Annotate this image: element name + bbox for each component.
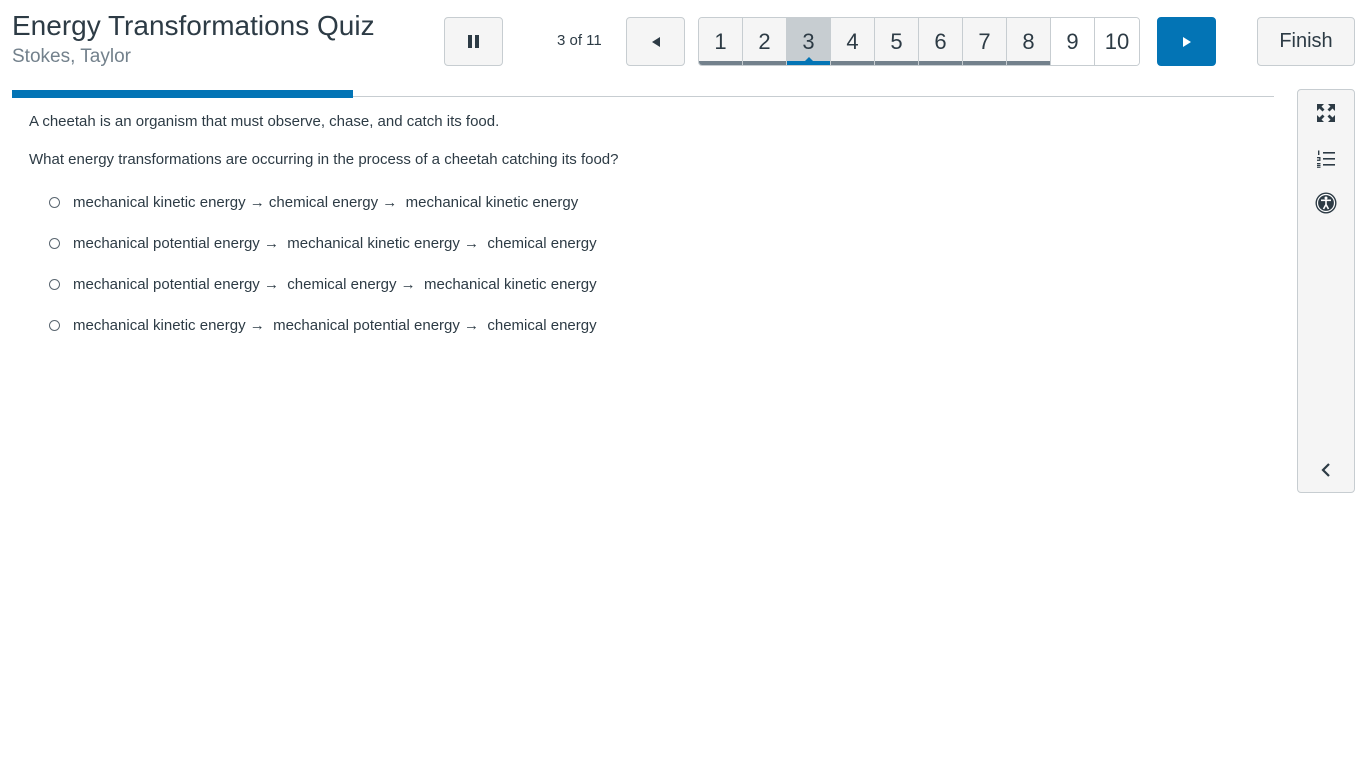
student-name: Stokes, Taylor	[12, 46, 131, 67]
expand-icon[interactable]	[1314, 101, 1338, 125]
tools-side-panel	[1297, 89, 1355, 493]
radio-button[interactable]	[49, 196, 60, 208]
answer-choice[interactable]: mechanical potential energy → mechanical…	[49, 233, 1279, 253]
answer-choice-label: mechanical kinetic energy → chemical ene…	[73, 193, 579, 211]
caret-right-icon	[1182, 36, 1191, 47]
page-button[interactable]: 2	[743, 18, 787, 65]
page-button[interactable]: 3	[787, 18, 831, 65]
pause-icon	[468, 35, 479, 48]
question-counter: 3 of 11	[557, 32, 602, 49]
page-button[interactable]: 6	[919, 18, 963, 65]
question-content: A cheetah is an organism that must obser…	[29, 112, 1279, 356]
question-pager: 1 2 3 4 5 6 7 8 9 10	[698, 17, 1140, 66]
question-prompt: What energy transformations are occurrin…	[29, 151, 619, 168]
page-button[interactable]: 10	[1095, 18, 1139, 65]
answer-choice[interactable]: mechanical kinetic energy → chemical ene…	[49, 192, 1279, 212]
answer-choice-label: mechanical potential energy → chemical e…	[73, 275, 597, 293]
caret-left-icon	[651, 36, 660, 47]
answer-choice-label: mechanical kinetic energy → mechanical p…	[73, 316, 597, 334]
question-stem: A cheetah is an organism that must obser…	[29, 113, 500, 130]
page-button[interactable]: 9	[1051, 18, 1095, 65]
page-button[interactable]: 4	[831, 18, 875, 65]
answer-choice-label: mechanical potential energy → mechanical…	[73, 234, 597, 252]
pause-button[interactable]	[444, 17, 503, 66]
next-question-button[interactable]	[1157, 17, 1216, 66]
finish-button[interactable]: Finish	[1257, 17, 1355, 66]
answer-choice[interactable]: mechanical potential energy → chemical e…	[49, 274, 1279, 294]
radio-button[interactable]	[49, 237, 60, 249]
progress-bar-fill	[12, 90, 353, 98]
accessibility-icon[interactable]	[1314, 191, 1338, 215]
page-button[interactable]: 1	[699, 18, 743, 65]
numbered-list-icon[interactable]	[1314, 147, 1338, 171]
quiz-title: Energy Transformations Quiz	[12, 10, 375, 41]
radio-button[interactable]	[49, 319, 60, 331]
chevron-left-icon[interactable]	[1314, 458, 1338, 482]
page-button[interactable]: 5	[875, 18, 919, 65]
answer-choice[interactable]: mechanical kinetic energy → mechanical p…	[49, 315, 1279, 335]
page-button[interactable]: 7	[963, 18, 1007, 65]
answer-choices: mechanical kinetic energy → chemical ene…	[29, 192, 1279, 335]
previous-question-button[interactable]	[626, 17, 685, 66]
radio-button[interactable]	[49, 278, 60, 290]
page-button[interactable]: 8	[1007, 18, 1051, 65]
